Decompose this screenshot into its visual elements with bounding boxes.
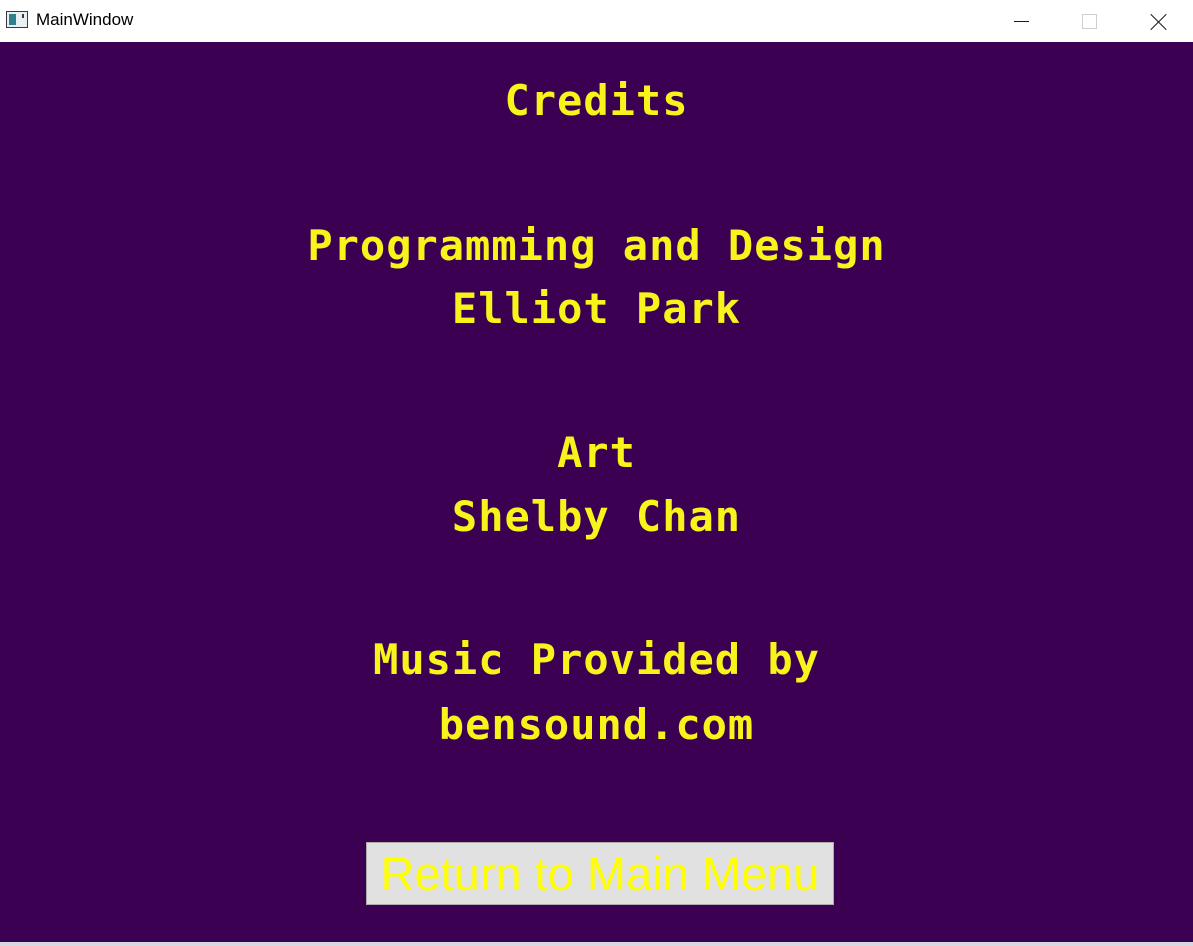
music-source: bensound.com <box>438 700 755 749</box>
programming-role: Programming and Design <box>307 221 886 270</box>
art-name: Shelby Chan <box>451 492 742 541</box>
music-role: Music Provided by <box>373 635 820 684</box>
window-bottom-edge <box>0 942 1193 946</box>
minimize-icon <box>1013 21 1029 22</box>
close-button[interactable] <box>1124 0 1192 42</box>
main-window: MainWindow Credits Programming and Desig… <box>0 0 1193 946</box>
close-icon <box>1150 13 1167 30</box>
maximize-icon <box>1081 13 1097 29</box>
art-role: Art <box>557 428 636 477</box>
window-title: MainWindow <box>36 10 134 29</box>
title-bar[interactable]: MainWindow <box>0 0 1193 42</box>
programming-name: Elliot Park <box>451 284 742 333</box>
credits-screen: Credits Programming and Design Elliot Pa… <box>0 42 1193 942</box>
minimize-button[interactable] <box>987 0 1055 42</box>
app-icon <box>6 11 28 28</box>
credits-heading: Credits <box>504 76 689 125</box>
return-to-main-menu-button[interactable]: Return to Main Menu <box>366 842 834 905</box>
maximize-button[interactable] <box>1055 0 1123 42</box>
